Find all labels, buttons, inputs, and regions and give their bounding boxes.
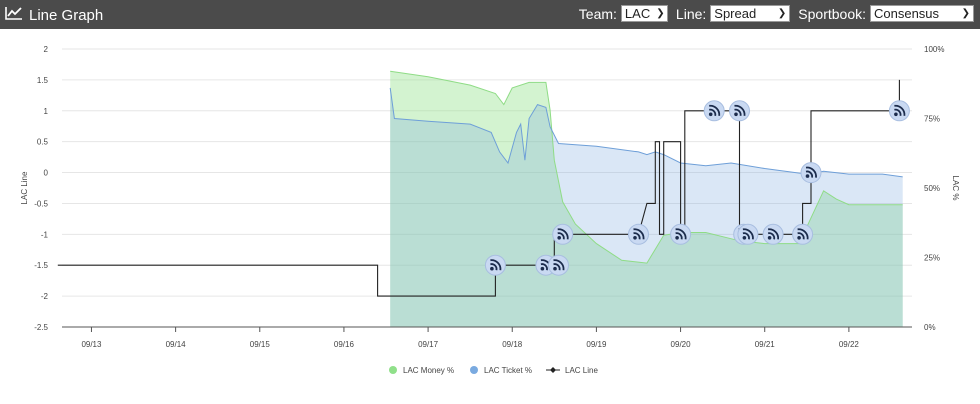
- team-select[interactable]: LAC ❯: [620, 5, 668, 22]
- rss-dot: [767, 236, 772, 240]
- line-change-marker: [548, 254, 569, 276]
- line-select[interactable]: Spread ❯: [710, 5, 791, 22]
- legend-money-swatch: [389, 366, 397, 374]
- x-tick-label: 09/22: [839, 340, 860, 349]
- line-change-marker: [484, 254, 506, 276]
- line-change-marker: [628, 223, 649, 245]
- legend-money-label: LAC Money %: [403, 366, 454, 375]
- sportsbook-label: Sportbook:: [798, 5, 866, 22]
- top-bar: Line Graph Team: LAC ❯ Line: Spread ❯ Spor…: [0, 0, 980, 29]
- y-tick-label: 0.5: [37, 138, 49, 147]
- x-tick-label: 09/15: [250, 340, 271, 349]
- y-tick-label: 1.5: [37, 76, 49, 85]
- x-tick-label: 09/13: [81, 340, 102, 349]
- chart-controls: Team: LAC ❯ Line: Spread ❯ Sportbook: Cons…: [579, 5, 974, 22]
- rss-dot: [708, 112, 713, 117]
- y-tick-label: 0: [44, 169, 49, 178]
- y2-tick-label: 25%: [924, 254, 940, 263]
- legend-ticket-label: LAC Ticket %: [484, 366, 532, 375]
- y2-tick-label: 75%: [924, 115, 940, 124]
- line-change-marker: [703, 100, 725, 122]
- rss-dot: [675, 236, 679, 240]
- chevron-down-icon: ❯: [777, 8, 787, 19]
- rss-dot: [553, 266, 557, 271]
- x-tick-label: 09/17: [418, 340, 439, 349]
- rss-dot: [797, 236, 801, 240]
- y2-tick-label: 50%: [924, 184, 940, 193]
- rss-dot: [633, 236, 637, 240]
- y2-axis-title: LAC %: [951, 176, 960, 201]
- x-tick-label: 09/20: [671, 340, 692, 349]
- y-tick-label: -2.5: [34, 323, 48, 332]
- legend-line-diamond: [550, 367, 556, 373]
- y-tick-label: -2: [41, 292, 49, 301]
- rss-dot: [490, 266, 494, 271]
- rss-dot: [557, 236, 561, 240]
- line-change-marker: [762, 223, 784, 245]
- rss-dot: [894, 112, 898, 117]
- chart-title: Line Graph: [5, 5, 103, 25]
- rss-dot: [734, 112, 738, 117]
- line-change-marker: [552, 223, 574, 245]
- line-label: Line:: [675, 5, 707, 22]
- sportsbook-select[interactable]: Consensus ❯: [870, 5, 974, 22]
- line-change-marker: [729, 100, 750, 122]
- y-tick-label: -1.5: [34, 261, 48, 270]
- chevron-down-icon: ❯: [961, 8, 970, 19]
- x-tick-label: 09/14: [166, 340, 187, 349]
- x-tick-label: 09/16: [334, 340, 355, 349]
- line-change-marker: [888, 100, 910, 122]
- line-change-marker: [737, 223, 759, 245]
- x-tick-label: 09/19: [586, 340, 607, 349]
- y-tick-label: -0.5: [34, 199, 48, 208]
- line-chart: 2 1.5 1 0.5 0 -0.5 -1 -1.5 -2 -2.5 100% 75% 50% 25% 0%…: [20, 45, 960, 375]
- y-axis-title: LAC Line: [20, 171, 29, 204]
- y-tick-label: 2: [44, 45, 49, 54]
- line-change-marker: [670, 223, 692, 245]
- y-tick-label: -1: [41, 230, 49, 239]
- y-tick-label: 1: [44, 107, 49, 116]
- chevron-down-icon: ❯: [656, 8, 665, 19]
- line-chart-icon: [5, 6, 23, 25]
- rss-dot: [742, 236, 747, 240]
- rss-dot: [805, 174, 810, 178]
- rss-dot: [540, 266, 545, 271]
- legend: LAC Money % LAC Ticket % LAC Line: [389, 366, 598, 375]
- line-change-marker: [792, 223, 814, 245]
- y2-tick-label: 100%: [924, 45, 944, 54]
- x-tick-label: 09/21: [755, 340, 776, 349]
- team-label: Team:: [578, 5, 617, 22]
- line-change-marker: [800, 162, 822, 184]
- x-tick-label: 09/18: [502, 340, 523, 349]
- legend-line-label: LAC Line: [565, 366, 598, 375]
- area-series: [389, 70, 903, 328]
- chart-title-text: Line Graph: [29, 6, 104, 24]
- y2-tick-label: 0%: [924, 323, 936, 332]
- legend-ticket-swatch: [470, 366, 478, 374]
